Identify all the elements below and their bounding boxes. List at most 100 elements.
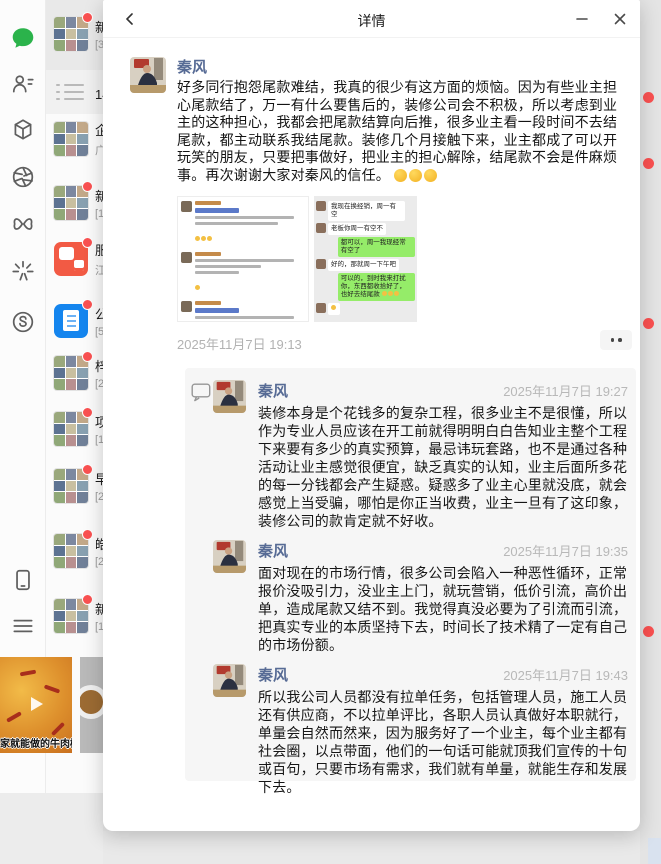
chat-title: 皓 xyxy=(95,537,103,552)
post-image-comments-screenshot[interactable] xyxy=(177,196,309,322)
unread-badge xyxy=(82,464,93,475)
unread-badge xyxy=(82,351,93,362)
chat-title: 企 xyxy=(95,123,103,138)
occluded-window-strip xyxy=(640,0,661,864)
comment-timestamp: 2025年11月7日 19:27 xyxy=(503,384,628,399)
handshake-emoji xyxy=(424,168,438,182)
chat-bubble: 都可以，周一我现经常有空了 xyxy=(337,237,415,257)
chat-list-item[interactable]: 项 [1 xyxy=(46,407,103,447)
chat-list-item[interactable]: 皓 [2 xyxy=(46,529,103,569)
titlebar: 详情 xyxy=(103,0,640,38)
chat-title: 公 xyxy=(95,307,103,322)
comment-timestamp: 2025年11月7日 19:35 xyxy=(503,544,628,559)
chat-title: 14 xyxy=(95,86,103,102)
search-icon[interactable] xyxy=(9,308,37,336)
chat-title: 早 xyxy=(95,472,103,487)
post-text: 好多同行抱怨尾款难结，我真的很少有这方面的烦恼。因为有些业主担心尾款结了，万一有… xyxy=(177,79,631,184)
favorites-icon[interactable] xyxy=(9,116,37,144)
detail-window: 详情 秦风 好多同行抱怨尾款难结，我真的很少有这方面的烦恼。因为有些业主担心尾款… xyxy=(103,0,640,831)
chat-subtitle: 广 xyxy=(95,145,103,157)
service-app-avatar xyxy=(54,242,88,276)
comment-text: 装修本身是个花钱多的复杂工程，很多业主不是很懂，所以作为专业人员应该在开工前就得… xyxy=(258,405,628,529)
close-button[interactable] xyxy=(606,6,634,32)
comment: 秦风 2025年11月7日 19:43 所以我公司人员都没有拉单任务，包括管理人员… xyxy=(213,664,628,796)
post-author-name[interactable]: 秦风 xyxy=(177,56,207,77)
video-thumbnail-bowl[interactable] xyxy=(80,657,103,753)
window-corner-fragment xyxy=(648,838,661,864)
docs-app-avatar xyxy=(54,304,88,338)
chat-list-item[interactable]: 新 [3 xyxy=(46,12,103,52)
chat-subtitle: 江 xyxy=(95,265,103,277)
bottom-left-strip xyxy=(0,793,103,864)
minimize-button[interactable] xyxy=(568,6,596,32)
comment-author-name[interactable]: 秦风 xyxy=(258,664,288,685)
post-timestamp: 2025年11月7日 19:13 xyxy=(177,337,302,352)
post-image-chat-screenshot[interactable]: 我现在换经销，周一有空 老板你周一有空不 都可以，周一我现经常有空了 好的，那就… xyxy=(314,196,417,322)
unread-badge xyxy=(643,158,654,169)
unread-badge xyxy=(643,318,654,329)
chat-bubble: 老板你周一有空不 xyxy=(328,223,386,235)
folded-groups-icon xyxy=(56,82,86,104)
moments-icon[interactable] xyxy=(9,163,37,191)
post-author-avatar[interactable] xyxy=(130,57,166,93)
comment-author-avatar[interactable] xyxy=(213,380,246,413)
chat-list-item[interactable]: 服江 xyxy=(46,237,103,277)
comment: 秦风 2025年11月7日 19:27 装修本身是个花钱多的复杂工程，很多业主不是… xyxy=(213,380,628,530)
menu-icon[interactable] xyxy=(9,612,37,640)
unread-badge xyxy=(643,626,654,637)
unread-badge xyxy=(82,594,93,605)
unread-badge xyxy=(82,529,93,540)
top-stories-icon[interactable] xyxy=(9,257,37,285)
comment-author-avatar[interactable] xyxy=(213,664,246,697)
handshake-emoji xyxy=(394,168,408,182)
chat-subtitle: [2 xyxy=(95,378,103,390)
comment-timestamp: 2025年11月7日 19:43 xyxy=(503,668,628,683)
chat-title: 服 xyxy=(95,243,103,258)
wechat-desktop: 新 [3 14 企广 新 [1 服江 公 [5 梓 [2 项 [1 xyxy=(0,0,661,864)
video-thumbnail-noodles[interactable]: 家就能做的牛肉椒麻 xyxy=(0,657,72,753)
comment-bubble-icon xyxy=(191,383,211,407)
post-images: 我现在换经销，周一有空 老板你周一有空不 都可以，周一我现经常有空了 好的，那就… xyxy=(177,196,417,322)
unread-badge xyxy=(643,92,654,103)
unread-badge xyxy=(82,12,93,23)
chat-bubble: 可以的，到时我来打扰你，东西都收拾好了，也好去结尾款 xyxy=(337,273,415,301)
chat-list-item-folded-groups[interactable]: 14 xyxy=(46,76,103,112)
unread-badge xyxy=(82,299,93,310)
phone-icon[interactable] xyxy=(9,566,37,594)
comment-author-name[interactable]: 秦风 xyxy=(258,380,288,401)
comment-text: 面对现在的市场行情，很多公司会陷入一种恶性循环，正常报价没吸引力，没业主上门，就… xyxy=(258,565,628,653)
contacts-icon[interactable] xyxy=(9,70,37,98)
handshake-emoji xyxy=(409,168,423,182)
chat-subtitle: [2 xyxy=(95,556,103,568)
chat-bubble-emoji xyxy=(328,303,340,315)
chat-title: 新 xyxy=(95,20,103,35)
chat-title: 新 xyxy=(95,189,103,204)
chat-list-item[interactable]: 公 [5 xyxy=(46,299,103,339)
more-actions-button[interactable] xyxy=(600,330,632,350)
chat-subtitle: [1 xyxy=(95,208,103,220)
comment-author-avatar[interactable] xyxy=(213,540,246,573)
chat-subtitle: [1 xyxy=(95,621,103,633)
unread-badge xyxy=(82,407,93,418)
chat-list-item[interactable]: 新 [1 xyxy=(46,181,103,221)
comment: 秦风 2025年11月7日 19:35 面对现在的市场行情，很多公司会陷入一种恶性… xyxy=(213,540,628,654)
comment-author-name[interactable]: 秦风 xyxy=(258,540,288,561)
comments-card: 秦风 2025年11月7日 19:27 装修本身是个花钱多的复杂工程，很多业主不是… xyxy=(185,368,636,795)
chat-subtitle: [5 xyxy=(95,326,103,338)
video-feed: 家就能做的牛肉椒麻 xyxy=(0,657,103,753)
chat-list-item[interactable]: 企广 xyxy=(46,121,103,157)
chat-list-item[interactable]: 新 [1 xyxy=(46,594,103,634)
chat-list-item[interactable]: 梓 [2 xyxy=(46,351,103,391)
chat-subtitle: [2 xyxy=(95,491,103,503)
chat-subtitle: [1 xyxy=(95,434,103,446)
channels-icon[interactable] xyxy=(9,210,37,238)
chat-subtitle: [3 xyxy=(95,39,103,51)
chat-bubble: 我现在换经销，周一有空 xyxy=(328,201,406,221)
unread-badge xyxy=(82,181,93,192)
chat-title: 项 xyxy=(95,415,103,430)
comment-text: 所以我公司人员都没有拉单任务，包括管理人员，施工人员还有供应商，不以拉单评比，各… xyxy=(258,689,628,795)
video-caption: 家就能做的牛肉椒麻 xyxy=(0,739,72,750)
chat-list-item[interactable]: 早 [2 xyxy=(46,464,103,504)
window-title: 详情 xyxy=(357,13,386,29)
chats-icon[interactable] xyxy=(9,24,37,52)
